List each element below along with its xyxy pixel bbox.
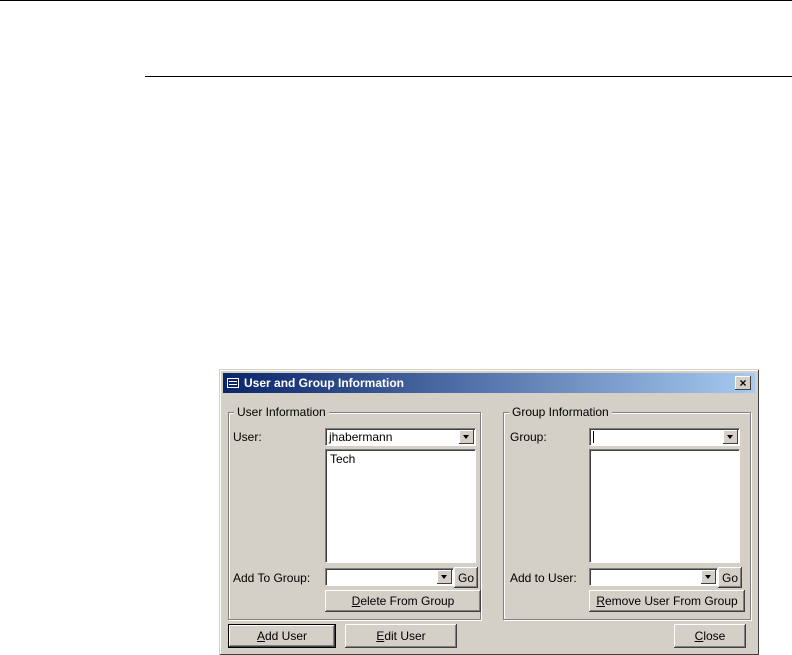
top-rule xyxy=(0,0,792,1)
user-groups-listbox[interactable]: Tech xyxy=(325,449,476,563)
add-to-group-combo[interactable] xyxy=(325,568,454,586)
go-button-group[interactable]: Go xyxy=(454,567,478,588)
form-icon xyxy=(227,378,239,388)
close-button[interactable]: Close xyxy=(674,624,746,648)
user-information-group: User Information User: jhabermann Tech A… xyxy=(228,405,481,620)
close-icon[interactable]: × xyxy=(735,376,751,390)
delete-label: elete From Group xyxy=(360,594,455,608)
close-label: lose xyxy=(703,629,726,643)
edit-user-label: dit User xyxy=(384,629,426,643)
go-button-user[interactable]: Go xyxy=(718,567,742,588)
list-item[interactable]: Tech xyxy=(326,450,475,468)
user-information-legend: User Information xyxy=(234,405,329,419)
delete-accel: D xyxy=(351,594,361,608)
group-label: Group: xyxy=(510,430,547,444)
add-user-label: dd User xyxy=(264,629,308,643)
title-bar[interactable]: User and Group Information × xyxy=(223,373,755,393)
remove-label: emove User From Group xyxy=(604,594,738,608)
add-user-button[interactable]: Add User xyxy=(228,624,336,648)
user-group-dialog: User and Group Information × User Inform… xyxy=(219,369,759,655)
edit-user-button[interactable]: Edit User xyxy=(345,624,457,648)
add-user-accel: A xyxy=(256,629,265,643)
group-information-legend: Group Information xyxy=(509,405,612,419)
remove-user-from-group-button[interactable]: Remove User From Group xyxy=(589,590,745,612)
window-title: User and Group Information xyxy=(244,376,405,390)
remove-accel: R xyxy=(596,594,605,608)
group-information-group: Group Information Group: Add to User: Go… xyxy=(503,405,751,620)
delete-from-group-button[interactable]: Delete From Group xyxy=(325,590,481,612)
user-combo[interactable]: jhabermann xyxy=(325,428,476,446)
chevron-down-icon[interactable] xyxy=(701,570,716,584)
chevron-down-icon[interactable] xyxy=(723,430,738,444)
add-to-user-combo[interactable] xyxy=(589,568,718,586)
chevron-down-icon[interactable] xyxy=(459,430,474,444)
add-to-group-label: Add To Group: xyxy=(233,571,311,585)
separator-rule xyxy=(145,76,792,77)
group-users-listbox[interactable] xyxy=(589,449,740,563)
user-label: User: xyxy=(233,430,262,444)
user-value: jhabermann xyxy=(329,430,393,444)
group-combo[interactable] xyxy=(589,428,740,446)
add-to-user-label: Add to User: xyxy=(510,571,577,585)
chevron-down-icon[interactable] xyxy=(437,570,452,584)
text-cursor xyxy=(593,431,594,443)
